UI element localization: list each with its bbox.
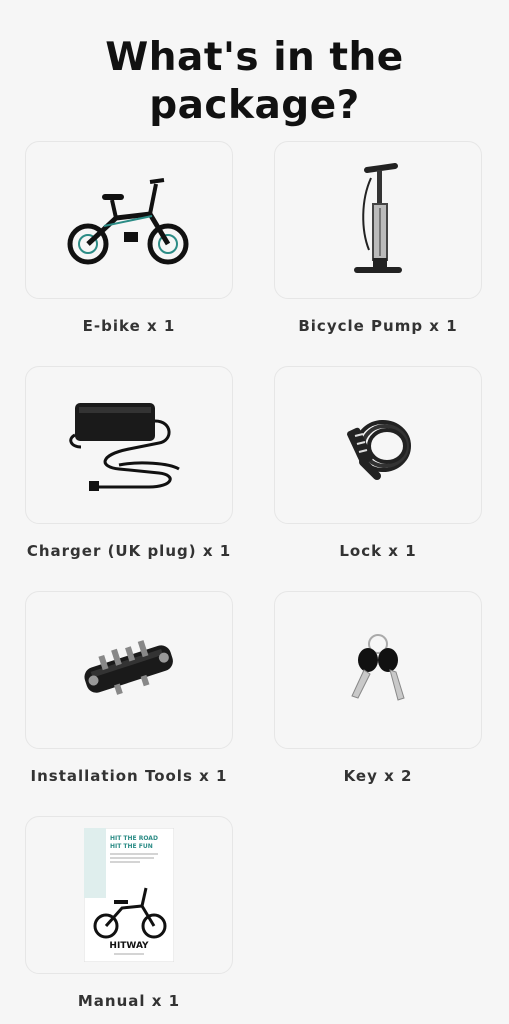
- multi-tool-icon: [84, 640, 173, 695]
- manual-icon: HIT THE ROAD HIT THE FUN HITWAY: [84, 828, 174, 962]
- item-label-manual: Manual x 1: [77, 992, 181, 1010]
- item-card-manual: HIT THE ROAD HIT THE FUN HITWAY: [25, 816, 233, 974]
- item-card-lock: [274, 366, 482, 524]
- manual-brand-logo: HITWAY: [109, 941, 149, 951]
- manual-headline-1: HIT THE ROAD: [110, 835, 158, 842]
- item-label-keys: Key x 2: [343, 767, 413, 785]
- charger-icon: [69, 403, 180, 491]
- item-card-keys: [274, 591, 482, 749]
- ebike-icon: [67, 178, 189, 265]
- item-card-tools: [25, 591, 233, 749]
- item-label-tools: Installation Tools x 1: [30, 767, 228, 785]
- item-label-lock: Lock x 1: [339, 542, 417, 560]
- page-title: What's in the package?: [0, 34, 509, 130]
- item-card-ebike: [25, 141, 233, 299]
- item-label-charger: Charger (UK plug) x 1: [26, 542, 232, 560]
- manual-headline-2: HIT THE FUN: [110, 843, 153, 850]
- keys-icon: [351, 634, 405, 701]
- item-label-pump: Bicycle Pump x 1: [298, 317, 458, 335]
- bicycle-pump-icon: [354, 163, 402, 273]
- lock-icon: [347, 420, 411, 480]
- item-card-pump: [274, 141, 482, 299]
- item-label-ebike: E-bike x 1: [82, 317, 176, 335]
- page-title-line-2: package?: [149, 83, 360, 129]
- item-card-charger: [25, 366, 233, 524]
- page-title-line-1: What's in the: [105, 35, 404, 81]
